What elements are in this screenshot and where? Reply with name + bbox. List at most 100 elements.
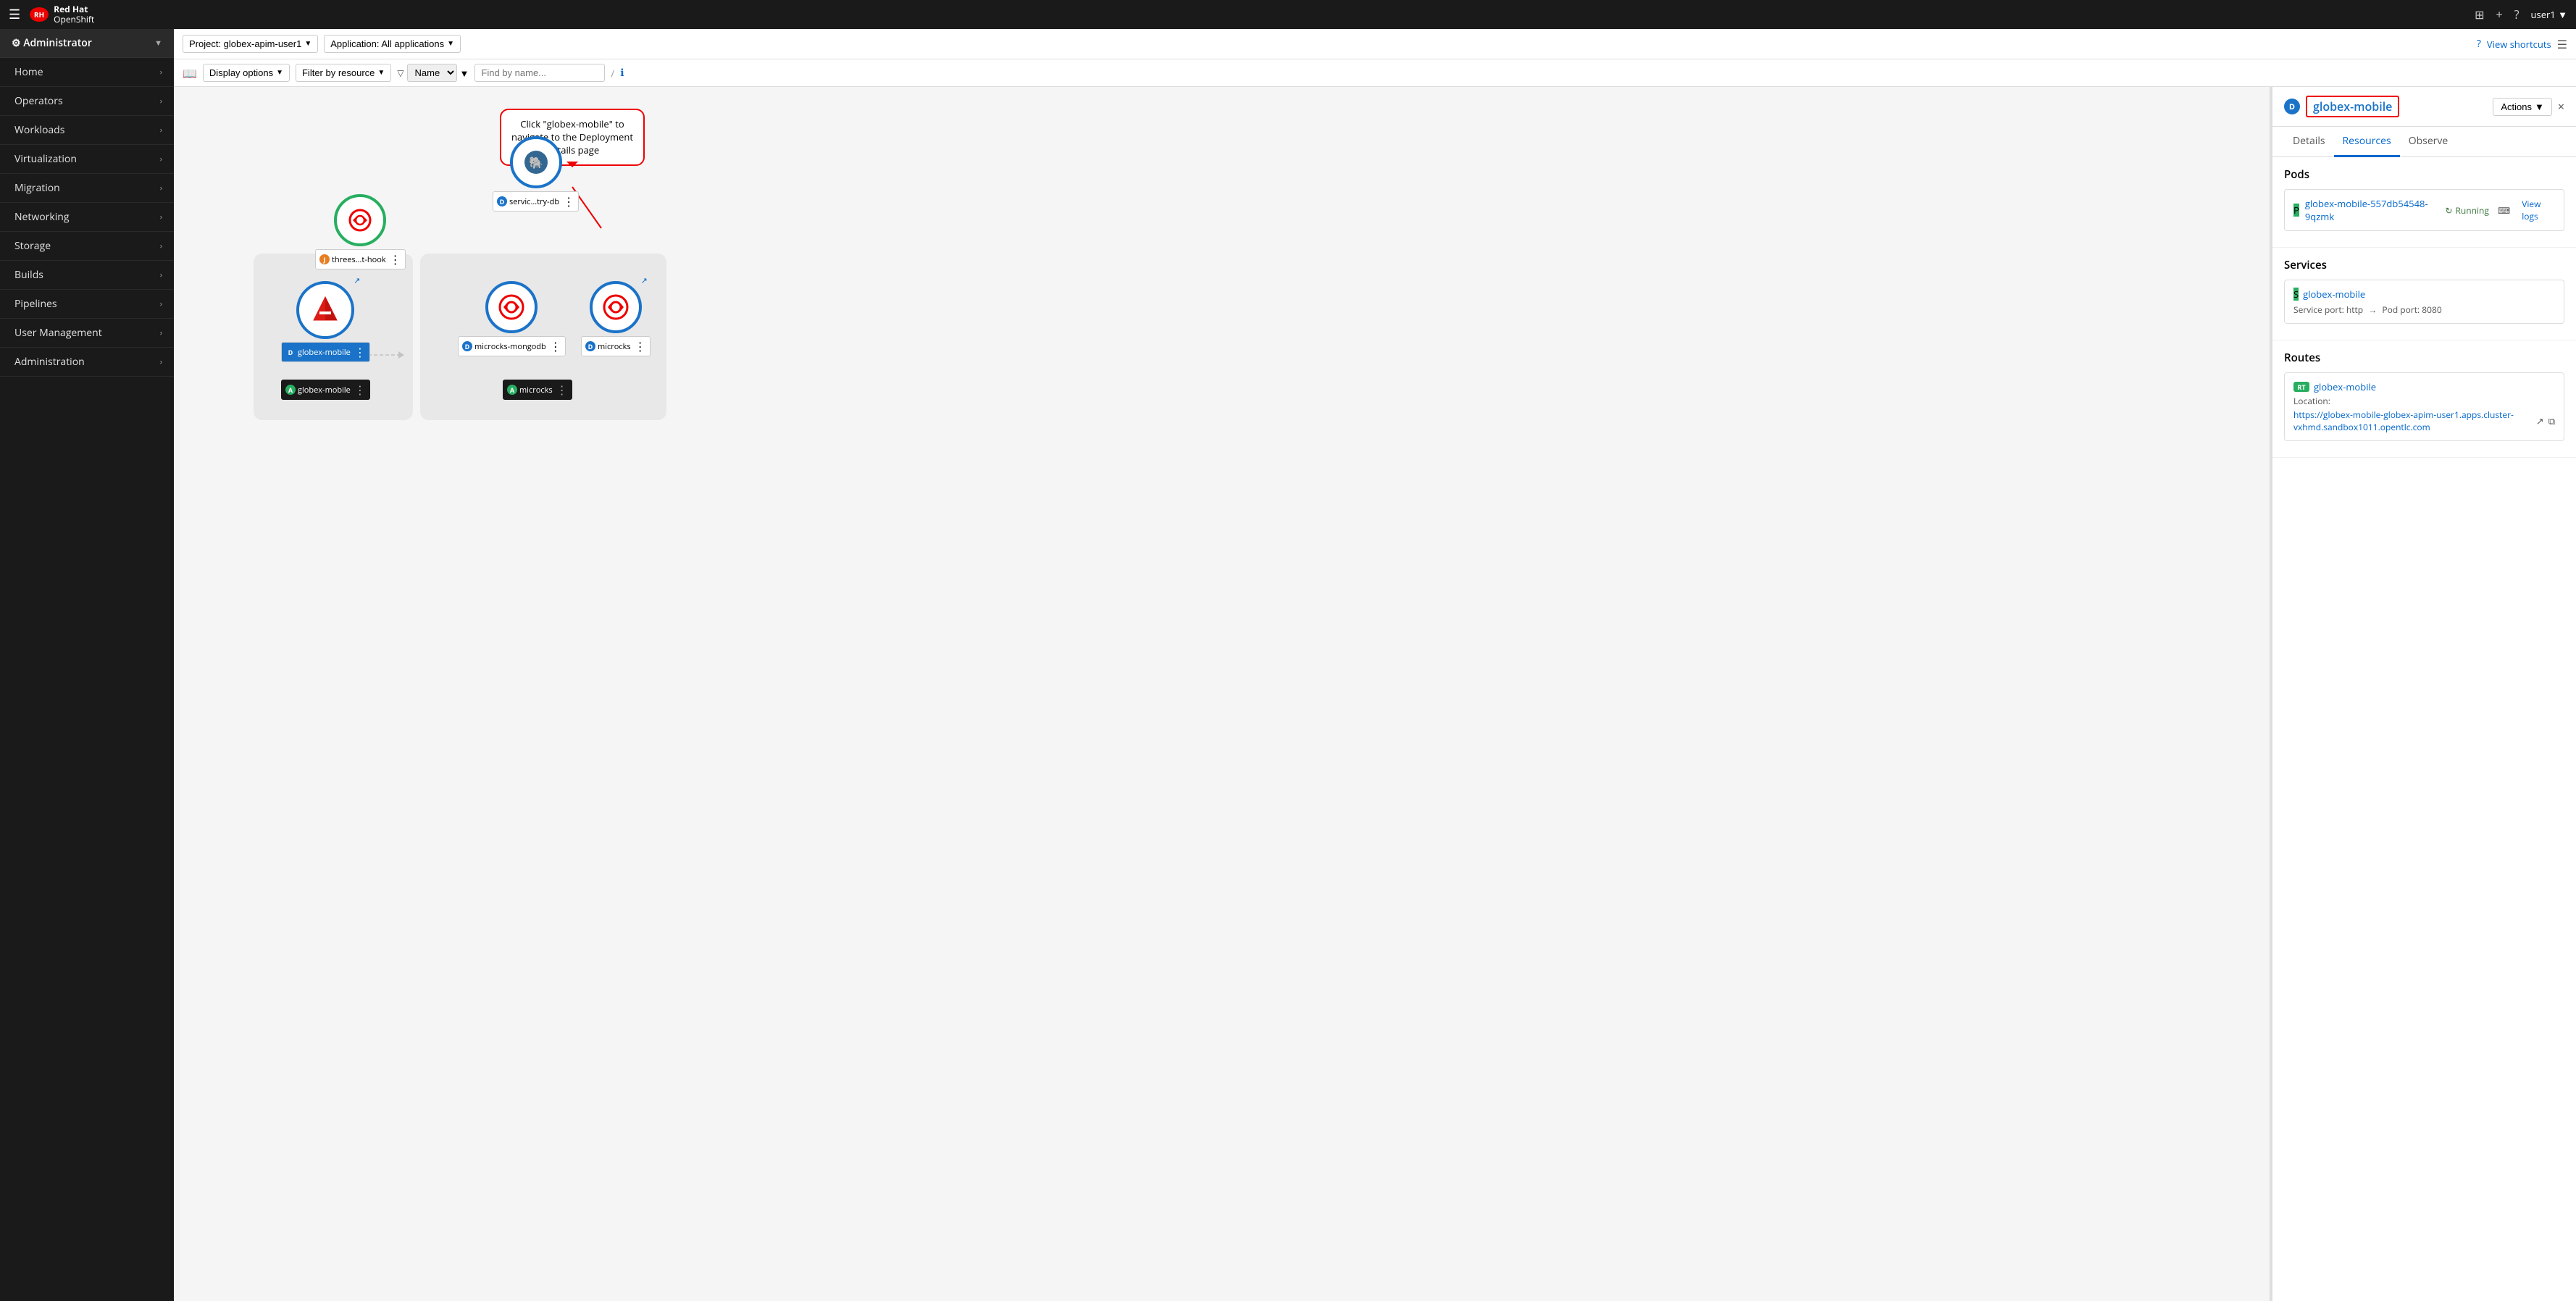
badge-a-microcks-icon: A xyxy=(507,385,517,395)
side-panel-name[interactable]: globex-mobile xyxy=(2306,96,2399,117)
copy-icon[interactable]: ⧉ xyxy=(2548,414,2555,427)
badge-d-mongo-icon: D xyxy=(462,341,472,351)
sidebar-item-administration-label: Administration xyxy=(14,355,85,369)
threest-hook-menu-icon[interactable]: ⋮ xyxy=(390,251,401,267)
list-view-icon[interactable]: ☰ xyxy=(2557,36,2567,52)
actions-button[interactable]: Actions ▼ xyxy=(2493,98,2552,116)
topnav-right-actions: ⊞ + ? user1 ▼ xyxy=(2475,7,2567,22)
project-selector[interactable]: Project: globex-apim-user1 ▼ xyxy=(183,35,318,53)
user-menu[interactable]: user1 ▼ xyxy=(2531,8,2567,21)
topology-canvas[interactable]: Click "globex-mobile" to navigate to the… xyxy=(174,87,2272,1301)
services-section-title: Services xyxy=(2284,258,2564,272)
top-navigation: ☰ RH Red Hat OpenShift ⊞ + ? user1 ▼ xyxy=(0,0,2576,29)
chevron-right-icon: › xyxy=(160,240,162,251)
node-globex-mobile[interactable]: ↗ D globex-mobi xyxy=(281,281,370,362)
sidebar-item-networking[interactable]: Networking › xyxy=(0,203,174,232)
routes-section: Routes RT globex-mobile Location: https:… xyxy=(2272,340,2576,458)
side-panel-controls: Actions ▼ × xyxy=(2493,98,2564,116)
actions-label: Actions xyxy=(2501,101,2532,112)
sidebar-item-pipelines-label: Pipelines xyxy=(14,297,57,311)
node-servic-try-db[interactable]: 🐘 D servic...try-db ⋮ xyxy=(493,136,579,212)
tab-resources[interactable]: Resources xyxy=(2334,127,2400,157)
side-panel: D globex-mobile Actions ▼ × Details Reso… xyxy=(2272,87,2576,1301)
route-url-link[interactable]: https://globex-mobile-globex-apim-user1.… xyxy=(2293,409,2532,433)
sidebar-item-operators-label: Operators xyxy=(14,94,63,108)
node-microcks-mongodb[interactable]: D microcks-mongodb ⋮ xyxy=(458,281,566,356)
servic-try-db-label[interactable]: D servic...try-db ⋮ xyxy=(493,191,579,212)
grid-icon[interactable]: ⊞ xyxy=(2475,7,2484,22)
pod-name-link[interactable]: globex-mobile-557db54548-9qzmk xyxy=(2305,197,2440,223)
sidebar-admin-header[interactable]: ⚙ Administrator ▼ xyxy=(0,29,174,58)
globex-mobile-app-label[interactable]: A globex-mobile ⋮ xyxy=(281,380,370,400)
node-microcks-app[interactable]: A microcks ⋮ xyxy=(503,377,572,400)
toolbar-right: ? View shortcuts ☰ xyxy=(2477,36,2567,52)
view-shortcuts-link[interactable]: View shortcuts xyxy=(2487,38,2551,51)
tab-observe[interactable]: Observe xyxy=(2400,127,2457,157)
external-link-icon[interactable]: ↗ xyxy=(354,275,360,286)
sidebar-item-home-label: Home xyxy=(14,65,43,79)
service-row: S globex-mobile xyxy=(2293,288,2555,301)
sidebar-item-usermgmt[interactable]: User Management › xyxy=(0,319,174,348)
sidebar-item-workloads-label: Workloads xyxy=(14,123,64,137)
node-microcks[interactable]: ↗ D microcks xyxy=(581,281,651,356)
close-button[interactable]: × xyxy=(2558,99,2564,114)
filter-by-resource-button[interactable]: Filter by resource ▼ xyxy=(296,64,391,82)
globex-mobile-label[interactable]: D globex-mobile ⋮ xyxy=(281,342,370,362)
microcks-mongodb-label[interactable]: D microcks-mongodb ⋮ xyxy=(458,336,566,356)
svc-name-link[interactable]: globex-mobile xyxy=(2303,288,2365,301)
sidebar-item-pipelines[interactable]: Pipelines › xyxy=(0,290,174,319)
globex-mobile-menu-icon[interactable]: ⋮ xyxy=(354,344,366,360)
sidebar-item-operators[interactable]: Operators › xyxy=(0,87,174,116)
microcks-icon xyxy=(601,293,630,322)
microcks-menu-icon[interactable]: ⋮ xyxy=(635,338,646,354)
microcks-mongodb-menu-icon[interactable]: ⋮ xyxy=(550,338,561,354)
chevron-right-icon: › xyxy=(160,356,162,367)
arrow-icon: → xyxy=(2368,304,2377,316)
sidebar-item-virtualization[interactable]: Virtualization › xyxy=(0,145,174,174)
sidebar-item-storage[interactable]: Storage › xyxy=(0,232,174,261)
terminal-icon[interactable]: ⌨ xyxy=(2498,204,2510,217)
application-selector[interactable]: Application: All applications ▼ xyxy=(324,35,461,53)
route-name-link[interactable]: globex-mobile xyxy=(2314,380,2376,393)
servic-try-db-menu-icon[interactable]: ⋮ xyxy=(563,193,574,209)
globex-mobile-app-menu-icon[interactable]: ⋮ xyxy=(354,382,366,398)
sidebar-item-storage-label: Storage xyxy=(14,239,51,253)
badge-d-icon2: D xyxy=(285,347,296,357)
topology-book-icon[interactable]: 📖 xyxy=(183,65,197,81)
help-icon[interactable]: ? xyxy=(2514,7,2519,22)
sidebar-item-networking-label: Networking xyxy=(14,210,69,224)
tab-details[interactable]: Details xyxy=(2284,127,2334,157)
sidebar-item-administration[interactable]: Administration › xyxy=(0,348,174,377)
threest-hook-label[interactable]: J threes...t-hook ⋮ xyxy=(315,249,406,269)
sidebar-item-builds[interactable]: Builds › xyxy=(0,261,174,290)
main-toolbar: Project: globex-apim-user1 ▼ Application… xyxy=(174,29,2576,59)
external-link-icon[interactable]: ↗ xyxy=(2536,414,2544,427)
microcks-app-label[interactable]: A microcks ⋮ xyxy=(503,380,572,400)
panel-divider xyxy=(2270,87,2272,1301)
find-by-name-input[interactable] xyxy=(474,64,605,82)
node-threest-hook[interactable]: J threes...t-hook ⋮ xyxy=(315,194,406,269)
sidebar-item-migration[interactable]: Migration › xyxy=(0,174,174,203)
actions-caret-icon: ▼ xyxy=(2535,101,2544,112)
badge-j-icon: J xyxy=(319,254,330,264)
svc-pod-port-value: 8080 xyxy=(2422,304,2441,316)
sidebar-item-virtualization-label: Virtualization xyxy=(14,152,77,166)
view-logs-link[interactable]: View logs xyxy=(2522,198,2555,222)
routes-section-title: Routes xyxy=(2284,351,2564,365)
project-caret-icon: ▼ xyxy=(304,40,311,48)
display-options-button[interactable]: Display options ▼ xyxy=(203,64,290,82)
microcks-external-link-icon[interactable]: ↗ xyxy=(641,275,648,286)
sidebar-item-home[interactable]: Home › xyxy=(0,58,174,87)
microcks-label[interactable]: D microcks ⋮ xyxy=(581,336,651,356)
content-area: Click "globex-mobile" to navigate to the… xyxy=(174,87,2576,1301)
name-filter-select[interactable]: Name xyxy=(407,64,457,82)
hamburger-menu-icon[interactable]: ☰ xyxy=(9,6,20,23)
chevron-right-icon: › xyxy=(160,154,162,164)
microcks-app-menu-icon[interactable]: ⋮ xyxy=(556,382,568,398)
slash-divider: / xyxy=(611,67,614,80)
node-globex-mobile-app[interactable]: A globex-mobile ⋮ xyxy=(281,377,370,400)
info-icon[interactable]: ℹ xyxy=(620,66,624,80)
sidebar-item-migration-label: Migration xyxy=(14,181,60,195)
sidebar-item-workloads[interactable]: Workloads › xyxy=(0,116,174,145)
plus-icon[interactable]: + xyxy=(2496,7,2502,22)
